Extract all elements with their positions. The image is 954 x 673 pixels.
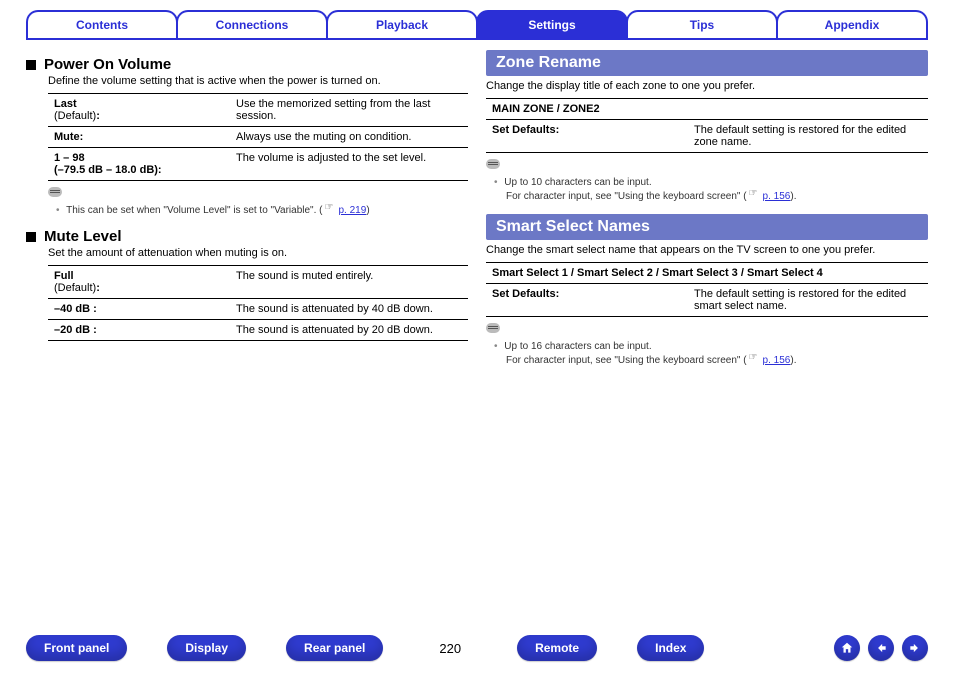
table-row: –40 dB : The sound is attenuated by 40 d… <box>48 299 468 320</box>
table-header: MAIN ZONE / ZONE2 <box>486 99 928 120</box>
cell-key: 1 – 98 <box>54 152 85 164</box>
pointer-icon <box>325 206 337 214</box>
tab-tips[interactable]: Tips <box>626 10 778 38</box>
table-row: Full(Default): The sound is muted entire… <box>48 266 468 299</box>
cell-val: The default setting is restored for the … <box>688 284 928 316</box>
section-power-on-volume: Power On Volume <box>26 56 468 73</box>
prev-page-button[interactable] <box>868 635 894 661</box>
pointer-icon <box>749 192 761 200</box>
pointer-icon <box>749 356 761 364</box>
section-lead: Change the display title of each zone to… <box>486 80 928 92</box>
cell-val: The sound is attenuated by 20 dB down. <box>230 320 468 340</box>
note-block: Up to 10 characters can be input. For ch… <box>486 159 928 204</box>
table-row: Last(Default): Use the memorized setting… <box>48 94 468 127</box>
zone-rename-table: MAIN ZONE / ZONE2 Set Defaults: The defa… <box>486 98 928 153</box>
note-block: This can be set when "Volume Level" is s… <box>48 187 468 218</box>
tab-connections[interactable]: Connections <box>176 10 328 38</box>
note-item: This can be set when "Volume Level" is s… <box>56 204 468 218</box>
cell-val: The sound is muted entirely. <box>230 266 468 298</box>
footer-link-display[interactable]: Display <box>167 635 246 661</box>
smart-select-table: Smart Select 1 / Smart Select 2 / Smart … <box>486 262 928 317</box>
power-on-table: Last(Default): Use the memorized setting… <box>48 93 468 181</box>
table-row: Set Defaults: The default setting is res… <box>486 120 928 153</box>
note-icon <box>486 323 500 333</box>
section-lead: Define the volume setting that is active… <box>48 75 468 87</box>
cell-val: The volume is adjusted to the set level. <box>230 148 468 180</box>
section-smart-select-names: Smart Select Names <box>486 214 928 240</box>
cell-key: Set Defaults: <box>486 284 688 316</box>
cell-key-sub: (Default) <box>54 110 96 122</box>
cell-key: Mute: <box>54 131 83 143</box>
section-zone-rename: Zone Rename <box>486 50 928 76</box>
square-bullet-icon <box>26 60 36 70</box>
cell-val: The sound is attenuated by 40 dB down. <box>230 299 468 319</box>
home-icon <box>840 641 854 655</box>
tab-contents[interactable]: Contents <box>26 10 178 38</box>
section-lead: Set the amount of attenuation when mutin… <box>48 247 468 259</box>
page-number: 220 <box>423 641 477 656</box>
heading: Mute Level <box>44 228 122 245</box>
cell-key: Set Defaults: <box>486 120 688 152</box>
footer-nav: Front panel Display Rear panel 220 Remot… <box>0 635 954 661</box>
table-row: Set Defaults: The default setting is res… <box>486 284 928 317</box>
note-block: Up to 16 characters can be input. For ch… <box>486 323 928 368</box>
top-tabs: Contents Connections Playback Settings T… <box>0 0 954 38</box>
home-button[interactable] <box>834 635 860 661</box>
cell-key: Last <box>54 98 77 110</box>
cell-colon: : <box>96 110 100 122</box>
footer-link-front-panel[interactable]: Front panel <box>26 635 127 661</box>
heading: Power On Volume <box>44 56 171 73</box>
page-ref-link[interactable]: p. 156 <box>763 355 791 366</box>
mute-level-table: Full(Default): The sound is muted entire… <box>48 265 468 341</box>
tab-appendix[interactable]: Appendix <box>776 10 928 38</box>
tab-settings[interactable]: Settings <box>476 10 628 38</box>
note-icon <box>48 187 62 197</box>
cell-val: The default setting is restored for the … <box>688 120 928 152</box>
footer-link-index[interactable]: Index <box>637 635 704 661</box>
cell-key-sub: (–79.5 dB – 18.0 dB): <box>54 164 162 176</box>
cell-key-sub: (Default) <box>54 282 96 294</box>
footer-link-rear-panel[interactable]: Rear panel <box>286 635 383 661</box>
note-item: Up to 10 characters can be input. For ch… <box>494 176 928 204</box>
note-icon <box>486 159 500 169</box>
square-bullet-icon <box>26 232 36 242</box>
tab-playback[interactable]: Playback <box>326 10 478 38</box>
table-row: Mute: Always use the muting on condition… <box>48 127 468 148</box>
table-header: Smart Select 1 / Smart Select 2 / Smart … <box>486 263 928 284</box>
section-lead: Change the smart select name that appear… <box>486 244 928 256</box>
footer-link-remote[interactable]: Remote <box>517 635 597 661</box>
cell-key: –20 dB : <box>54 324 97 336</box>
cell-val: Always use the muting on condition. <box>230 127 468 147</box>
next-page-button[interactable] <box>902 635 928 661</box>
page-ref-link[interactable]: p. 156 <box>763 191 791 202</box>
table-row: 1 – 98(–79.5 dB – 18.0 dB): The volume i… <box>48 148 468 181</box>
cell-val: Use the memorized setting from the last … <box>230 94 468 126</box>
arrow-left-icon <box>874 641 888 655</box>
cell-key: –40 dB : <box>54 303 97 315</box>
note-item: Up to 16 characters can be input. For ch… <box>494 340 928 368</box>
page-ref-link[interactable]: p. 219 <box>339 205 367 216</box>
cell-colon: : <box>96 282 100 294</box>
table-row: –20 dB : The sound is attenuated by 20 d… <box>48 320 468 341</box>
cell-key: Full <box>54 270 74 282</box>
arrow-right-icon <box>908 641 922 655</box>
section-mute-level: Mute Level <box>26 228 468 245</box>
